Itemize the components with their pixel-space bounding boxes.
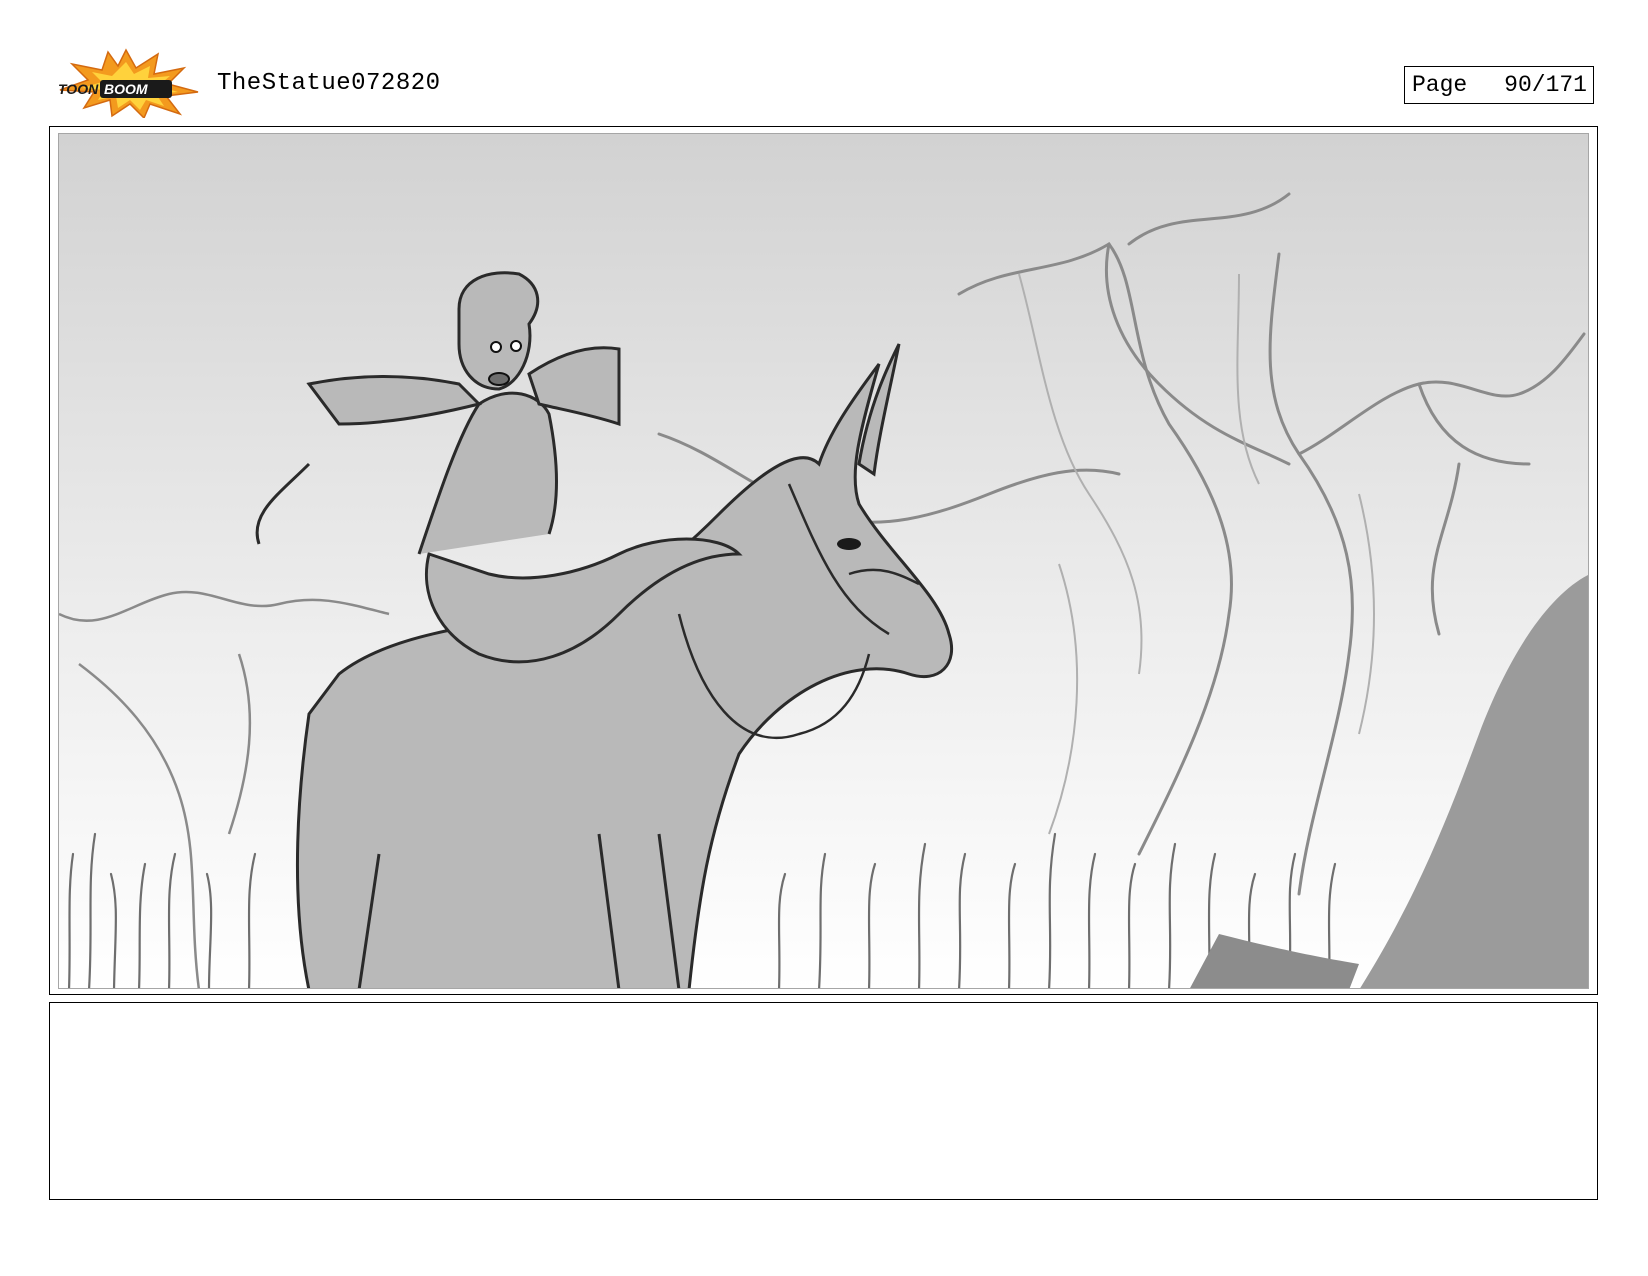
page-indicator: Page 90/171 <box>1404 66 1594 104</box>
panel-notes-box <box>49 1002 1598 1200</box>
toonboom-logo: TOON BOOM <box>52 48 200 120</box>
storyboard-panel-image <box>58 133 1589 989</box>
svg-text:TOON: TOON <box>58 81 99 97</box>
svg-text:BOOM: BOOM <box>104 81 148 97</box>
project-title: TheStatue072820 <box>217 70 441 97</box>
storyboard-sketch-icon <box>59 134 1588 988</box>
page-number: 90/171 <box>1504 72 1587 98</box>
page-label: Page <box>1412 72 1468 98</box>
panel-notes-text <box>50 1003 1597 1023</box>
